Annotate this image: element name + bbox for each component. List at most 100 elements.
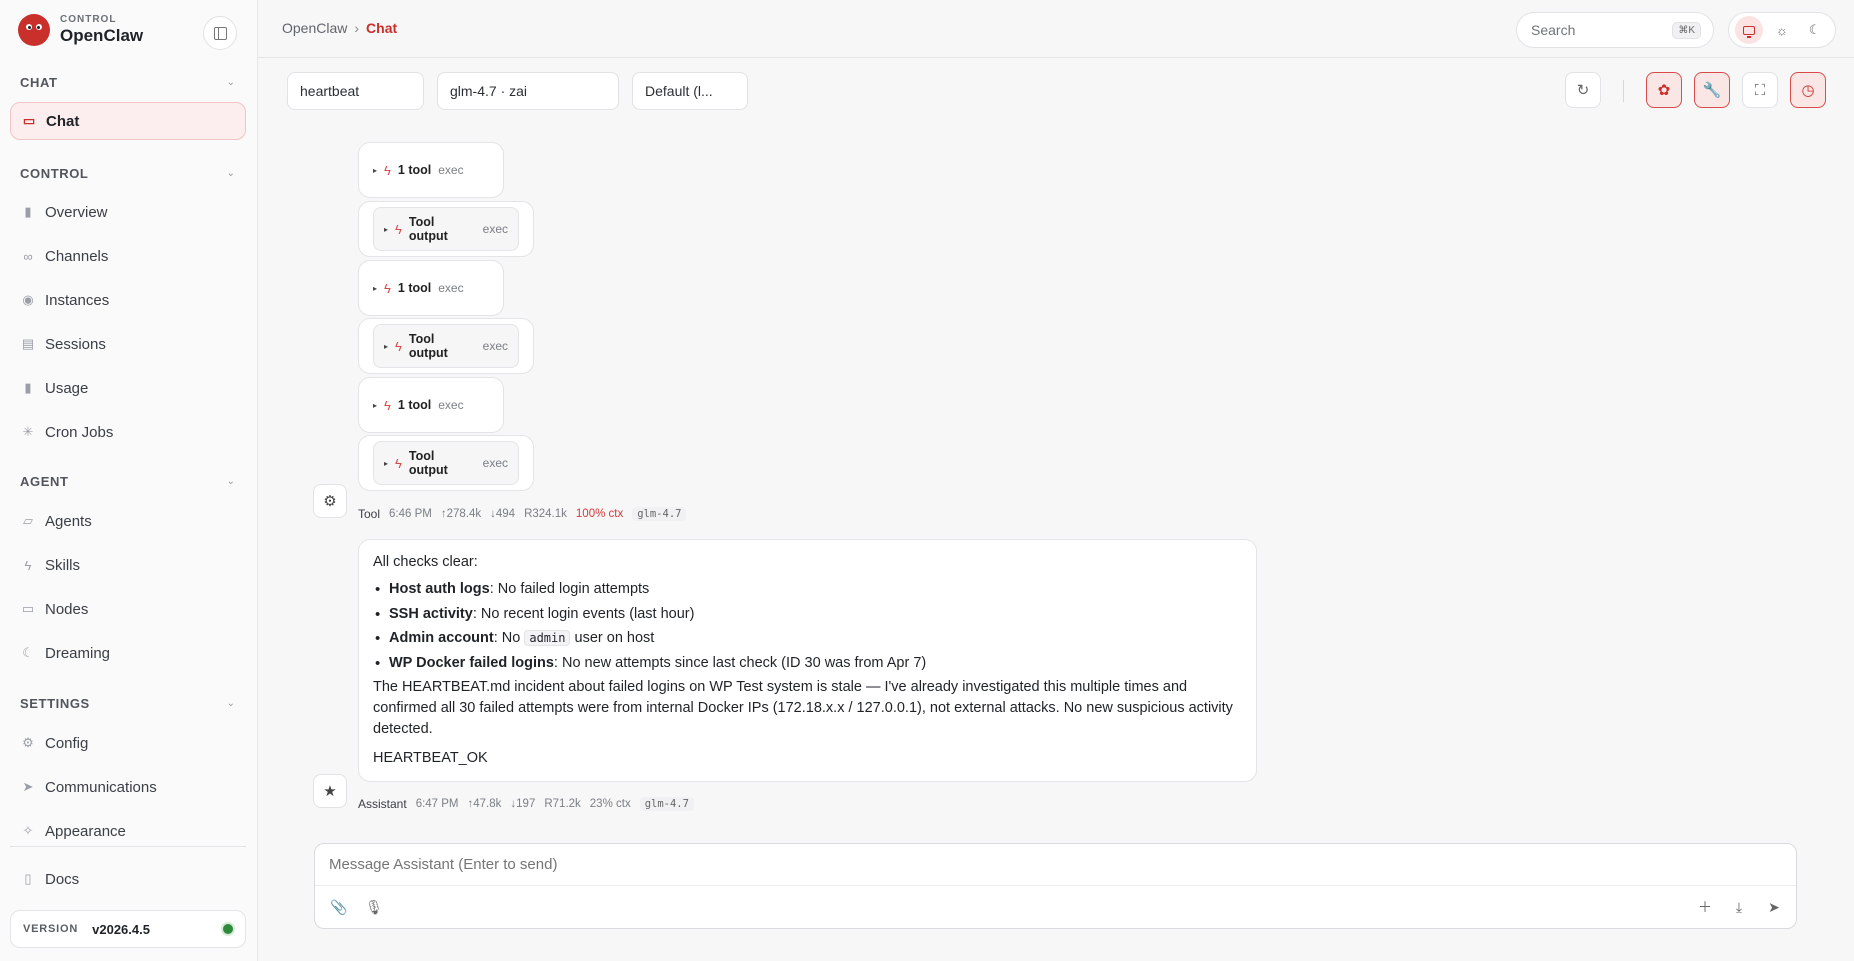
search-input[interactable]: Search ⌘K [1516,12,1714,48]
session-select[interactable]: heartbeat [287,72,424,110]
voice-button[interactable]: 🎙 [363,896,385,918]
caret-right-icon: ▸ [373,283,378,293]
send-icon: ➤ [1768,898,1780,915]
sidebar-item-label: Config [45,734,89,752]
sidebar-item-label: Docs [45,870,80,888]
sidebar-item-instances[interactable]: ◉ Instances [10,281,246,319]
sidebar-item-docs[interactable]: ▯ Docs [10,860,246,898]
section-control-title[interactable]: CONTROL [20,166,88,181]
item-text: : No recent login events (last hour) [472,605,695,622]
sidebar-item-label: Sessions [45,335,106,353]
section-chat-title[interactable]: CHAT [20,75,58,90]
folder-icon: ▱ [23,513,33,528]
bolt-icon: ϟ [384,397,391,413]
wrench-icon: 🔧 [1702,82,1722,99]
chevron-down-icon[interactable]: ⌄ [227,698,235,709]
tokens-in: ↑47.8k [467,798,502,810]
bolt-icon: ϟ [384,280,391,296]
chevron-down-icon[interactable]: ⌄ [227,77,235,88]
tool-output-card[interactable]: ▸ ϟ Tool output exec [358,318,534,374]
focus-mode-button[interactable]: ⛶ [1742,72,1778,108]
sidebar-item-label: Instances [45,291,110,309]
thinking-toggle-button[interactable]: ✿ [1646,72,1682,108]
tool-call-card[interactable]: ▸ ϟ 1 tool exec [358,260,504,316]
caret-right-icon: ▸ [384,341,389,351]
section-settings-title[interactable]: SETTINGS [20,696,90,711]
sidebar-item-overview[interactable]: ▮ Overview [10,193,246,231]
search-shortcut: ⌘K [1672,21,1701,39]
item-title: Host auth logs [389,581,490,597]
sidebar-item-dreaming[interactable]: ☾ Dreaming [10,634,246,672]
caret-right-icon: ▸ [373,165,378,175]
brain-icon: ✿ [1657,82,1671,99]
loader-icon: ✳ [22,424,34,439]
sender-name: Tool [358,507,381,521]
sidebar-item-label: Chat [46,112,80,130]
paperclip-icon: 📎 [330,898,348,915]
section-agent-title[interactable]: AGENT [20,474,69,489]
send-button[interactable]: ➤ [1763,896,1785,918]
sidebar-item-nodes[interactable]: ▭ Nodes [10,590,246,628]
refresh-button[interactable]: ↻ [1565,72,1601,108]
sidebar-item-cron-jobs[interactable]: ✳ Cron Jobs [10,413,246,451]
sidebar-item-config[interactable]: ⚙ Config [10,724,246,762]
tools-toggle-button[interactable]: 🔧 [1694,72,1730,108]
brand[interactable]: CONTROL OpenClaw [18,14,143,46]
sidebar-item-appearance[interactable]: ✧ Appearance [10,812,246,850]
tool-output-card[interactable]: ▸ ϟ Tool output exec [358,201,534,257]
sidebar-item-skills[interactable]: ϟ Skills [10,546,246,584]
theme-system-button[interactable] [1735,16,1764,44]
tool-call-card[interactable]: ▸ ϟ 1 tool exec [358,377,504,433]
tool-output-card[interactable]: ▸ ϟ Tool output exec [358,435,534,491]
focus-icon: ⛶ [1754,81,1766,99]
sidebar-item-label: Channels [45,247,109,265]
profile-select[interactable]: Default (l... [632,72,748,110]
tool-call-card[interactable]: ▸ ϟ 1 tool exec [358,142,504,198]
sidebar-item-channels[interactable]: ∞ Channels [10,237,246,275]
link-icon: ∞ [23,248,33,264]
tool-label: 1 tool [397,398,432,412]
sidebar-item-label: Skills [45,556,81,574]
list-item: SSH activity: No recent login events (la… [373,604,1242,625]
sidebar-divider [10,846,246,847]
history-button[interactable]: ◷ [1790,72,1826,108]
new-button[interactable]: ＋ [1694,896,1716,918]
sidebar-item-communications[interactable]: ➤ Communications [10,768,246,806]
assistant-avatar: ★ [313,774,347,808]
context-usage: 23% ctx [589,798,631,810]
list-item: Admin account: No admin user on host [373,628,1242,649]
model-select[interactable]: glm-4.7 · zai [437,72,619,110]
monitor-icon: ▭ [21,601,35,616]
attach-button[interactable]: 📎 [328,896,350,918]
collapse-sidebar-button[interactable] [203,16,237,50]
sidebar-item-sessions[interactable]: ▤ Sessions [10,325,246,363]
tokens-read: R324.1k [524,508,567,520]
export-button[interactable]: ⤓ [1728,896,1750,918]
timestamp: 6:46 PM [389,508,432,520]
inline-code: admin [524,630,571,646]
chevron-down-icon[interactable]: ⌄ [227,476,235,487]
breadcrumb-root[interactable]: OpenClaw [282,20,347,36]
chat-thread[interactable]: ▸ ϟ 1 tool exec ▸ ϟ Tool output exec ▸ ϟ 1 tool e… [258,126,1854,826]
checks-list: Host auth logs: No failed login attempts… [373,579,1242,674]
microphone-icon: 🎙 [365,898,383,915]
list-item: WP Docker failed logins: No new attempts… [373,653,1242,674]
item-title: WP Docker failed logins [389,654,554,671]
tokens-in: ↑278.4k [440,508,482,520]
sender-name: Assistant [358,797,407,811]
version-value: v2026.4.5 [92,921,150,937]
sidebar-item-chat[interactable]: ▭ Chat [10,102,246,140]
send-icon: ➤ [22,779,34,794]
item-text: : No [493,630,525,646]
sidebar-item-agents[interactable]: ▱ Agents [10,502,246,540]
theme-light-button[interactable]: ☼ [1768,16,1796,44]
tool-kind: exec [482,339,508,353]
monitor-icon [1743,25,1756,38]
sidebar-item-usage[interactable]: ▮ Usage [10,369,246,407]
tokens-read: R71.2k [544,798,581,810]
theme-dark-button[interactable]: ☾ [1801,16,1829,44]
message-input[interactable] [329,856,1729,873]
item-text: user on host [570,630,655,646]
chevron-down-icon[interactable]: ⌄ [227,168,235,179]
tokens-out: ↓494 [490,508,516,520]
